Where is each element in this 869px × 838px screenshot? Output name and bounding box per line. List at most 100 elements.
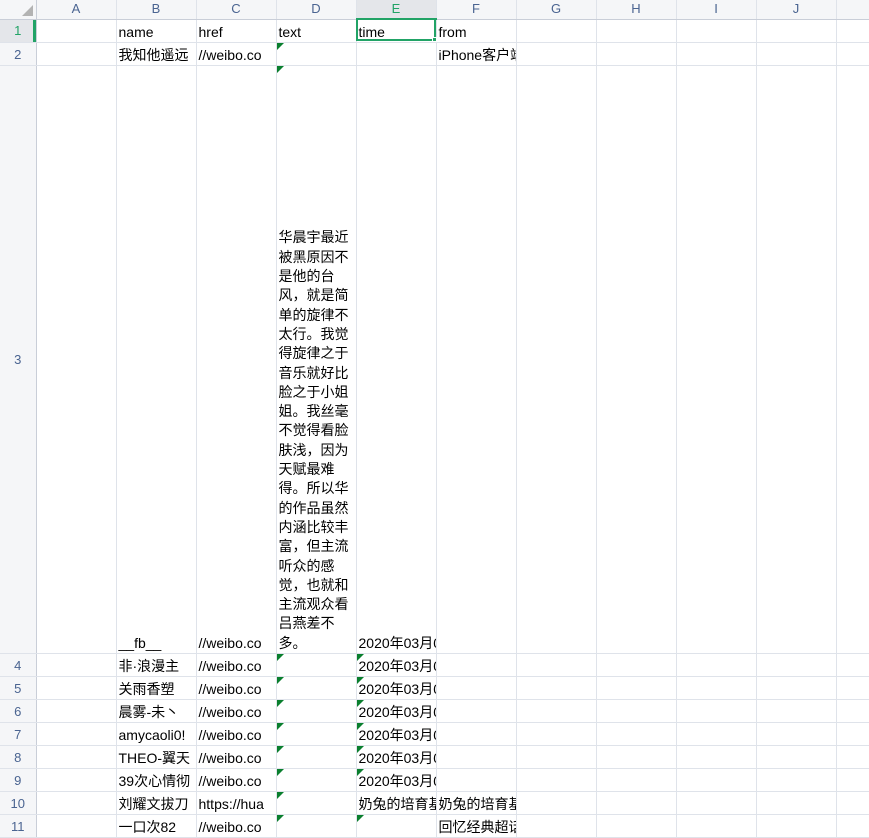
cell-f9[interactable] bbox=[436, 768, 517, 792]
cell-c11[interactable]: //weibo.co bbox=[196, 814, 277, 838]
cell-c3[interactable]: //weibo.co bbox=[196, 65, 277, 654]
cell-a3[interactable] bbox=[36, 65, 117, 654]
cell-c8[interactable]: //weibo.co bbox=[196, 745, 277, 769]
cell-k6[interactable] bbox=[836, 699, 869, 723]
cell-a11[interactable] bbox=[36, 814, 117, 838]
cell-h7[interactable] bbox=[596, 722, 677, 746]
cell-a5[interactable] bbox=[36, 676, 117, 700]
cell-d1[interactable]: text bbox=[276, 19, 357, 43]
cell-a7[interactable] bbox=[36, 722, 117, 746]
cell-k3[interactable] bbox=[836, 65, 869, 654]
cell-b5[interactable]: 关雨香塑 bbox=[116, 676, 197, 700]
cell-g7[interactable] bbox=[516, 722, 597, 746]
cell-e3[interactable]: 2020年03月01日 01:59 bbox=[356, 65, 437, 654]
cell-f5[interactable] bbox=[436, 676, 517, 700]
row-header-10[interactable]: 10 bbox=[0, 791, 37, 815]
cell-e7[interactable]: 2020年03月01日 05:50 bbox=[356, 722, 437, 746]
cell-f7[interactable] bbox=[436, 722, 517, 746]
cell-j10[interactable] bbox=[756, 791, 837, 815]
row-header-4[interactable]: 4 bbox=[0, 653, 37, 677]
cell-b8[interactable]: THEO-翼天 bbox=[116, 745, 197, 769]
cell-b1[interactable]: name bbox=[116, 19, 197, 43]
cell-j11[interactable] bbox=[756, 814, 837, 838]
cell-d5[interactable] bbox=[276, 676, 357, 700]
cell-e5[interactable]: 2020年03月01日 03:57 bbox=[356, 676, 437, 700]
cell-d9[interactable] bbox=[276, 768, 357, 792]
cell-b9[interactable]: 39次心情彻 bbox=[116, 768, 197, 792]
column-header-h[interactable]: H bbox=[596, 0, 677, 20]
cell-j4[interactable] bbox=[756, 653, 837, 677]
column-header-g[interactable]: G bbox=[516, 0, 597, 20]
column-header-e[interactable]: E bbox=[356, 0, 437, 20]
cell-i8[interactable] bbox=[676, 745, 757, 769]
cell-d2[interactable] bbox=[276, 42, 357, 66]
cell-g3[interactable] bbox=[516, 65, 597, 654]
cell-f11[interactable]: 回忆经典超话 bbox=[436, 814, 517, 838]
cell-b7[interactable]: amycaoli0! bbox=[116, 722, 197, 746]
cell-i7[interactable] bbox=[676, 722, 757, 746]
column-header-f[interactable]: F bbox=[436, 0, 517, 20]
cell-c1[interactable]: href bbox=[196, 19, 277, 43]
cell-f1[interactable]: from bbox=[436, 19, 517, 43]
cell-i4[interactable] bbox=[676, 653, 757, 677]
cell-c6[interactable]: //weibo.co bbox=[196, 699, 277, 723]
cell-a8[interactable] bbox=[36, 745, 117, 769]
cell-f8[interactable] bbox=[436, 745, 517, 769]
cell-f2[interactable]: iPhone客户端 bbox=[436, 42, 517, 66]
cell-j6[interactable] bbox=[756, 699, 837, 723]
cell-b11[interactable]: 一口次82 bbox=[116, 814, 197, 838]
cell-a1[interactable] bbox=[36, 19, 117, 43]
cell-k11[interactable] bbox=[836, 814, 869, 838]
cell-g10[interactable] bbox=[516, 791, 597, 815]
cell-k8[interactable] bbox=[836, 745, 869, 769]
cell-e6[interactable]: 2020年03月01日 04:50 bbox=[356, 699, 437, 723]
row-header-7[interactable]: 7 bbox=[0, 722, 37, 746]
spreadsheet-grid[interactable]: A B C D E F G H I J 1 name href text tim… bbox=[0, 0, 869, 838]
cell-h11[interactable] bbox=[596, 814, 677, 838]
column-header-i[interactable]: I bbox=[676, 0, 757, 20]
cell-k2[interactable] bbox=[836, 42, 869, 66]
cell-d4[interactable] bbox=[276, 653, 357, 677]
cell-k5[interactable] bbox=[836, 676, 869, 700]
cell-i1[interactable] bbox=[676, 19, 757, 43]
cell-g2[interactable] bbox=[516, 42, 597, 66]
cell-j1[interactable] bbox=[756, 19, 837, 43]
cell-d3[interactable]: 华晨宇最近被黑原因不是他的台风，就是简单的旋律不太行。我觉得旋律之于音乐就好比脸… bbox=[276, 65, 357, 654]
cell-i6[interactable] bbox=[676, 699, 757, 723]
column-header-d[interactable]: D bbox=[276, 0, 357, 20]
cell-j3[interactable] bbox=[756, 65, 837, 654]
cell-g4[interactable] bbox=[516, 653, 597, 677]
cell-c10[interactable]: https://hua bbox=[196, 791, 277, 815]
cell-b10[interactable]: 刘耀文拔刀 bbox=[116, 791, 197, 815]
cell-g5[interactable] bbox=[516, 676, 597, 700]
cell-a2[interactable] bbox=[36, 42, 117, 66]
cell-e1[interactable]: time bbox=[356, 19, 437, 43]
cell-d8[interactable] bbox=[276, 745, 357, 769]
cell-h10[interactable] bbox=[596, 791, 677, 815]
cell-c7[interactable]: //weibo.co bbox=[196, 722, 277, 746]
cell-a9[interactable] bbox=[36, 768, 117, 792]
cell-g8[interactable] bbox=[516, 745, 597, 769]
cell-d7[interactable] bbox=[276, 722, 357, 746]
row-header-11[interactable]: 11 bbox=[0, 814, 37, 838]
cell-d10[interactable] bbox=[276, 791, 357, 815]
cell-i2[interactable] bbox=[676, 42, 757, 66]
cell-e11[interactable] bbox=[356, 814, 437, 838]
cell-h6[interactable] bbox=[596, 699, 677, 723]
cell-i9[interactable] bbox=[676, 768, 757, 792]
cell-j5[interactable] bbox=[756, 676, 837, 700]
row-header-8[interactable]: 8 bbox=[0, 745, 37, 769]
cell-f3[interactable] bbox=[436, 65, 517, 654]
cell-g11[interactable] bbox=[516, 814, 597, 838]
row-header-6[interactable]: 6 bbox=[0, 699, 37, 723]
cell-f6[interactable] bbox=[436, 699, 517, 723]
cell-j9[interactable] bbox=[756, 768, 837, 792]
cell-i10[interactable] bbox=[676, 791, 757, 815]
cell-k1[interactable] bbox=[836, 19, 869, 43]
row-header-1[interactable]: 1 bbox=[0, 19, 37, 43]
cell-j2[interactable] bbox=[756, 42, 837, 66]
cell-c5[interactable]: //weibo.co bbox=[196, 676, 277, 700]
cell-h4[interactable] bbox=[596, 653, 677, 677]
cell-h9[interactable] bbox=[596, 768, 677, 792]
cell-a4[interactable] bbox=[36, 653, 117, 677]
